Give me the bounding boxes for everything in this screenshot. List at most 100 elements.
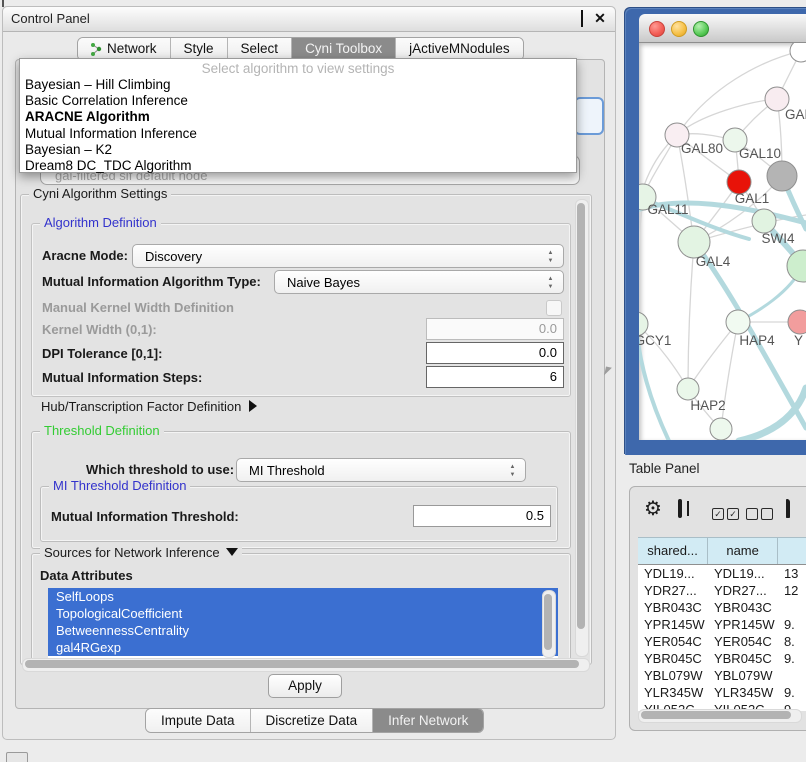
sources-title-label: Sources for Network Inference — [44, 545, 220, 560]
expand-right-icon — [249, 400, 257, 412]
aracne-mode-label: Aracne Mode: — [42, 248, 128, 263]
sources-title[interactable]: Sources for Network Inference — [40, 545, 242, 560]
cell-shared-name: YPR145W — [638, 616, 708, 633]
select-all-checkboxes-icon[interactable]: ✓✓ — [712, 505, 742, 520]
spinner-arrows-icon[interactable]: ▲▼ — [546, 249, 555, 265]
network-node-label: HAP4 — [739, 333, 775, 348]
network-node[interactable] — [710, 418, 732, 440]
cell-shared-name: YER054C — [638, 633, 708, 650]
apply-button[interactable]: Apply — [268, 674, 342, 698]
tab-select[interactable]: Select — [228, 38, 293, 60]
tab-network[interactable]: Network — [78, 38, 171, 60]
attribute-list-item[interactable]: gal4RGexp — [48, 639, 558, 656]
mi-type-combobox[interactable]: Naive Bayes ▲▼ — [274, 270, 564, 294]
network-view-titlebar[interactable] — [639, 14, 806, 43]
minimize-traffic-light[interactable] — [671, 21, 687, 37]
table-row[interactable]: YER054C YER054C 8. — [638, 633, 806, 650]
network-node-label: GAL4 — [696, 254, 731, 269]
table-row[interactable]: YLR345W YLR345W 9. — [638, 684, 806, 701]
table-row[interactable]: YPR145W YPR145W 9. — [638, 616, 806, 633]
table-horizontal-scrollbar[interactable] — [638, 709, 802, 723]
attributes-scrollbar[interactable] — [542, 590, 556, 658]
network-node-hap4[interactable] — [726, 310, 750, 334]
network-node-swi4[interactable] — [752, 209, 776, 233]
algorithm-option[interactable]: Bayesian – K2 — [20, 142, 576, 158]
float-window-icon[interactable] — [575, 12, 589, 26]
mi-threshold-input[interactable] — [413, 505, 551, 527]
threshold-definition-group: Threshold Definition Which threshold to … — [31, 431, 571, 549]
cell-name: YER054C — [708, 633, 778, 650]
manual-kernel-label: Manual Kernel Width Definition — [42, 300, 234, 315]
control-panel-title: Control Panel — [11, 11, 90, 26]
network-node-label: GAL80 — [681, 141, 723, 156]
tab-style[interactable]: Style — [171, 38, 228, 60]
algorithm-definition-title: Algorithm Definition — [40, 215, 161, 230]
cyni-algorithm-settings-title: Cyni Algorithm Settings — [29, 186, 171, 201]
focused-combobox-fragment[interactable] — [574, 97, 604, 135]
settings-vertical-scrollbar[interactable] — [575, 199, 589, 657]
document-icon[interactable] — [786, 501, 790, 516]
gear-icon[interactable]: ⚙ — [644, 496, 662, 521]
mi-steps-input[interactable] — [426, 366, 564, 388]
tab-jactivemnodules[interactable]: jActiveMNodules — [396, 38, 523, 60]
application-root: Control Panel ✕ Network Style Select Cyn… — [0, 0, 806, 762]
network-node-hap2[interactable] — [677, 378, 699, 400]
table-row[interactable]: YBL079W YBL079W — [638, 667, 806, 684]
cell-name: YDR27... — [708, 582, 778, 599]
columns-icon[interactable] — [678, 501, 682, 516]
cell-shared-name: YDL19... — [638, 565, 708, 582]
tab-cyni-toolbox[interactable]: Cyni Toolbox — [292, 38, 396, 60]
cell-shared-name: YBL079W — [638, 667, 708, 684]
table-row[interactable]: YBR045C YBR045C 9. — [638, 650, 806, 667]
column-header-clipped[interactable] — [778, 538, 806, 564]
zoom-traffic-light[interactable] — [693, 21, 709, 37]
cyni-algorithm-settings-group: Cyni Algorithm Settings Algorithm Defini… — [20, 194, 592, 665]
table-body: YDL19... YDL19... 13 YDR27... YDR27... 1… — [638, 565, 806, 711]
tab-impute-data[interactable]: Impute Data — [146, 709, 251, 732]
dpi-tolerance-input[interactable] — [426, 342, 564, 364]
window-edge-tick — [2, 0, 4, 7]
kernel-width-input[interactable] — [426, 318, 564, 340]
manual-kernel-checkbox[interactable] — [546, 300, 562, 316]
hub-definition-toggle[interactable]: Hub/Transcription Factor Definition — [41, 399, 257, 414]
column-header-name[interactable]: name — [708, 538, 778, 564]
network-canvas[interactable]: GALGAL80GAL10GAL1GAL11SWI4GAL4GCY1HAP4YH… — [639, 43, 806, 440]
table-row[interactable]: YDR27... YDR27... 12 — [638, 582, 806, 599]
column-header-shared-name[interactable]: shared... — [638, 538, 708, 564]
attribute-list-item[interactable]: BetweennessCentrality — [48, 622, 558, 639]
algorithm-option[interactable]: Basic Correlation Inference — [20, 93, 576, 109]
tab-network-label: Network — [107, 38, 157, 60]
aracne-mode-value: Discovery — [145, 249, 202, 264]
spinner-arrows-icon[interactable]: ▲▼ — [508, 463, 517, 479]
settings-horizontal-scrollbar[interactable] — [22, 658, 590, 672]
table-row[interactable]: YDL19... YDL19... 13 — [638, 565, 806, 582]
tab-infer-network[interactable]: Infer Network — [373, 709, 483, 732]
mi-type-label: Mutual Information Algorithm Type: — [42, 274, 261, 289]
network-node[interactable] — [767, 161, 797, 191]
algorithm-option[interactable]: Bayesian – Hill Climbing — [20, 77, 576, 93]
attribute-list-item[interactable]: SelfLoops — [48, 588, 558, 605]
close-traffic-light[interactable] — [649, 21, 665, 37]
tab-discretize-data-label: Discretize Data — [266, 713, 358, 728]
which-threshold-combobox[interactable]: MI Threshold ▲▼ — [236, 458, 526, 482]
network-node[interactable] — [787, 250, 806, 282]
aracne-mode-combobox[interactable]: Discovery ▲▼ — [132, 244, 564, 268]
network-view-frame[interactable]: GALGAL80GAL10GAL1GAL11SWI4GAL4GCY1HAP4YH… — [625, 8, 806, 455]
algorithm-option[interactable]: ARACNE Algorithm — [20, 109, 576, 125]
cell-name: YBR045C — [708, 650, 778, 667]
network-node-y[interactable] — [788, 310, 806, 334]
spinner-arrows-icon[interactable]: ▲▼ — [546, 275, 555, 291]
control-panel-titlebar[interactable]: Control Panel ✕ — [3, 7, 615, 32]
deselect-all-checkboxes-icon[interactable] — [746, 505, 776, 520]
tab-discretize-data[interactable]: Discretize Data — [251, 709, 374, 732]
partial-bottom-button[interactable] — [6, 752, 28, 762]
algorithm-option[interactable]: Mutual Information Inference — [20, 126, 576, 142]
mi-threshold-group: MI Threshold Definition Mutual Informati… — [40, 486, 558, 542]
algorithm-option[interactable]: Dream8 DC_TDC Algorithm — [20, 158, 576, 174]
table-row[interactable]: YBR043C YBR043C — [638, 599, 806, 616]
sources-group: Sources for Network Inference Data Attri… — [31, 553, 571, 660]
attribute-list-item[interactable]: TopologicalCoefficient — [48, 605, 558, 622]
dpi-tolerance-label: DPI Tolerance [0,1]: — [42, 346, 162, 361]
network-node[interactable] — [790, 43, 806, 62]
close-icon[interactable]: ✕ — [593, 12, 607, 26]
